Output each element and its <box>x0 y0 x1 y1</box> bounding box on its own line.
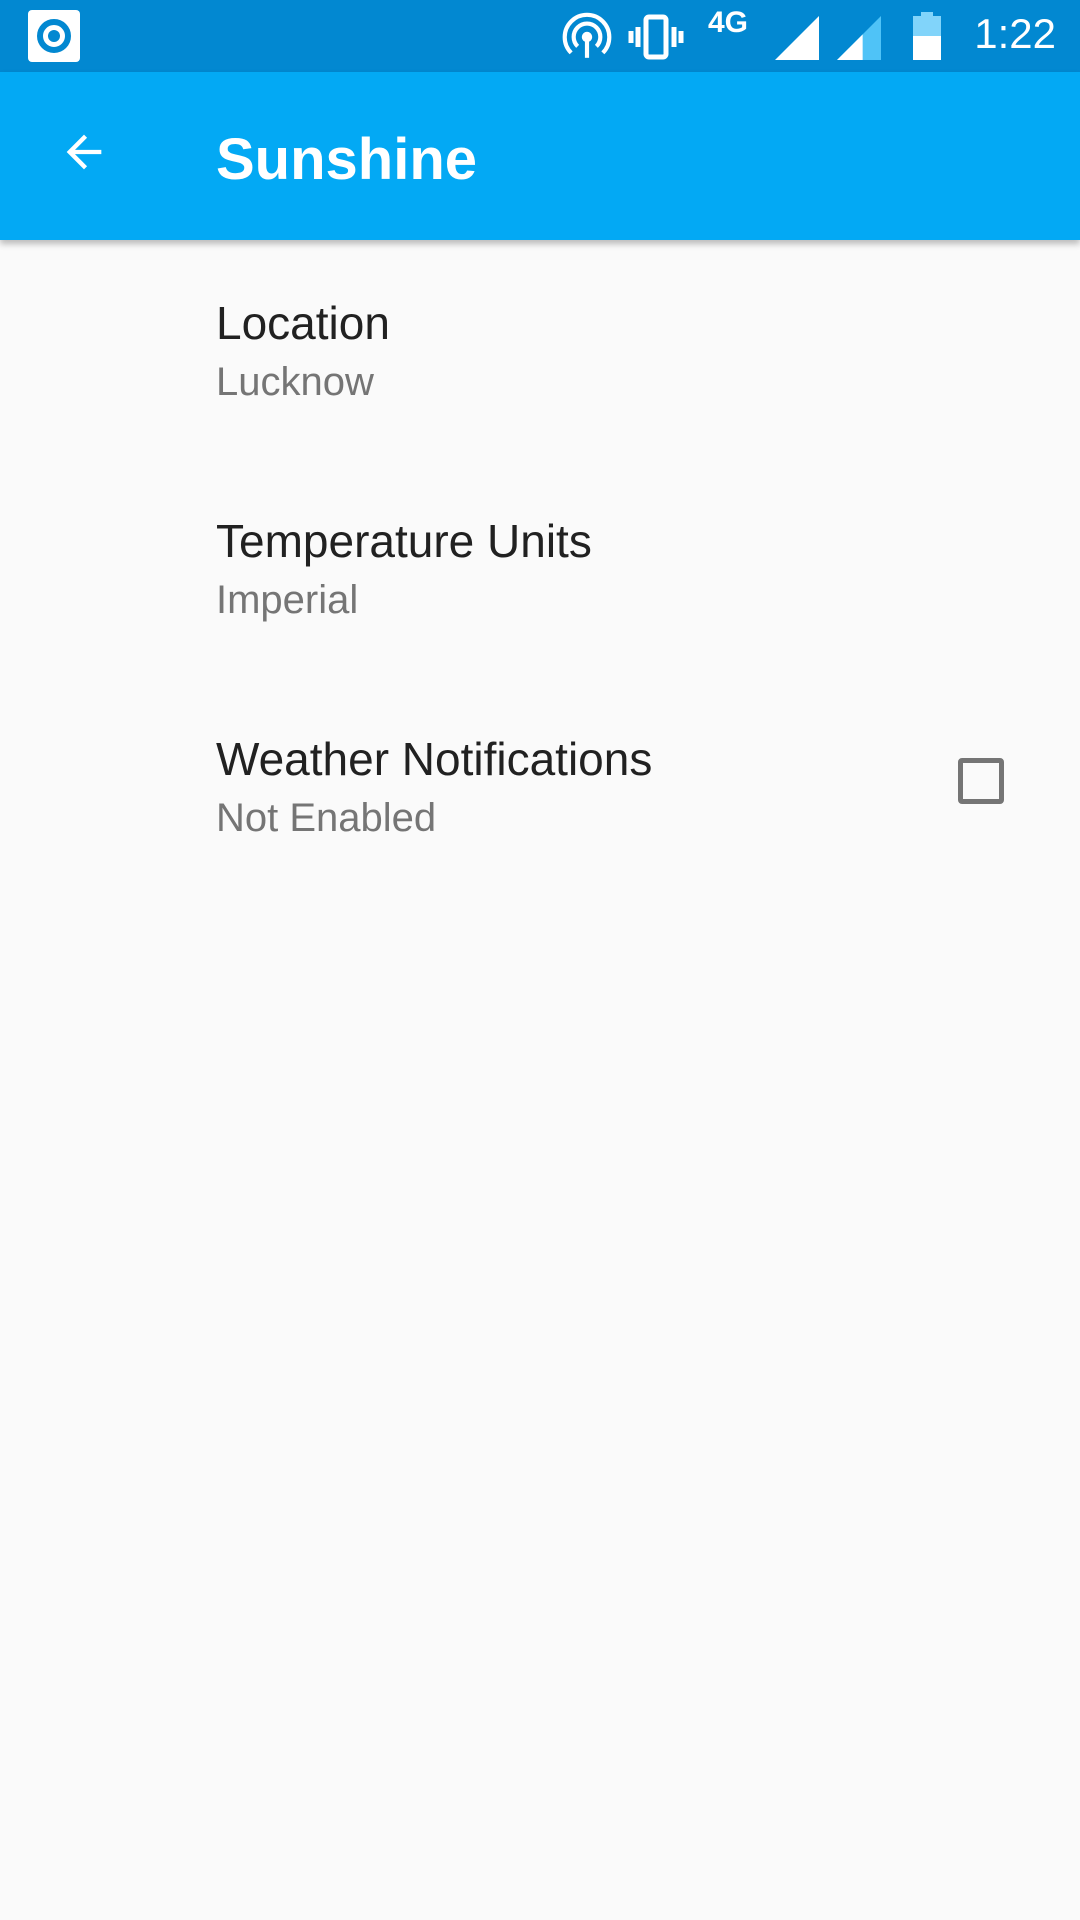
back-button[interactable] <box>44 112 124 192</box>
status-time: 1:22 <box>974 10 1056 57</box>
signal-icon <box>775 16 819 60</box>
preference-weather-notifications[interactable]: Weather Notifications Not Enabled <box>0 676 1080 894</box>
signal-icon <box>837 16 881 60</box>
preference-summary: Lucknow <box>216 360 374 404</box>
arrow-back-icon <box>66 134 102 170</box>
preference-summary: Imperial <box>216 578 359 622</box>
page-title: Sunshine <box>216 127 478 192</box>
status-bar: 4G 1:22 <box>0 0 1080 72</box>
hotspot-icon <box>562 12 612 58</box>
app-notification-icon <box>28 10 80 62</box>
preference-summary: Not Enabled <box>216 796 437 840</box>
preference-list: Location Lucknow Temperature Units Imper… <box>0 240 1080 894</box>
app-bar: Sunshine <box>0 72 1080 240</box>
network-type: 4G <box>708 6 749 39</box>
preference-location[interactable]: Location Lucknow <box>0 240 1080 458</box>
preference-title: Temperature Units <box>216 515 592 567</box>
battery-icon <box>913 12 941 60</box>
preference-title: Location <box>216 297 390 349</box>
preference-temperature-units[interactable]: Temperature Units Imperial <box>0 458 1080 676</box>
notifications-checkbox[interactable] <box>958 758 1004 804</box>
preference-title: Weather Notifications <box>216 733 653 785</box>
vibrate-icon <box>628 14 684 60</box>
